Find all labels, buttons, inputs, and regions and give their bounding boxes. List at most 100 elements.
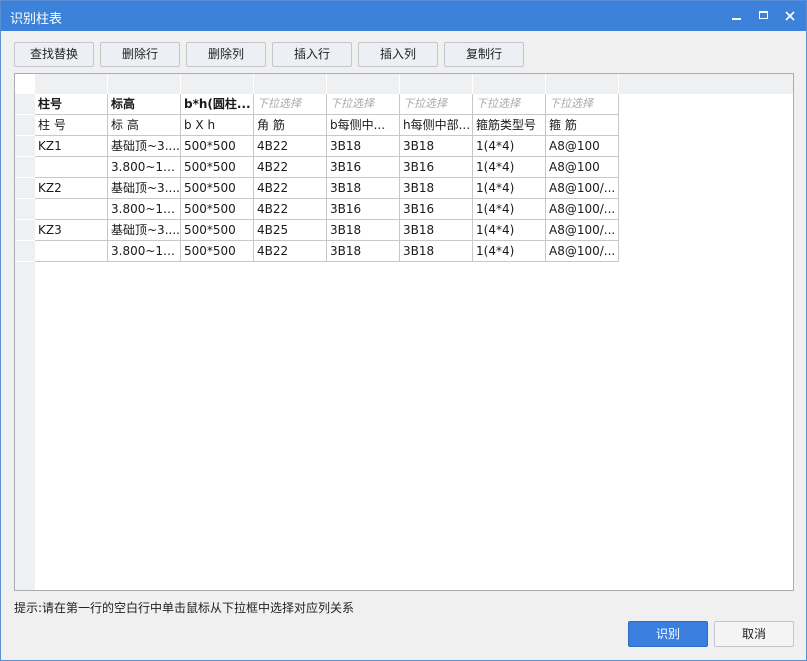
table-cell[interactable]: 4B22 (254, 157, 327, 178)
maximize-button[interactable] (755, 7, 773, 25)
table-cell[interactable]: 500*500 (181, 199, 254, 220)
table-cell[interactable]: 500*500 (181, 178, 254, 199)
table-cell[interactable]: A8@100/... (546, 220, 619, 241)
table-cell[interactable]: 500*500 (181, 157, 254, 178)
table-cell[interactable]: 3B18 (400, 241, 473, 262)
insert-column-button[interactable]: 插入列 (358, 42, 438, 67)
table-cell[interactable]: 3.800~14... (108, 241, 181, 262)
header-cell[interactable]: b每侧中... (327, 115, 400, 136)
column-header-8[interactable] (546, 74, 619, 94)
mapping-cell[interactable]: 柱号 (35, 94, 108, 115)
row-header-7[interactable] (15, 220, 35, 241)
column-header-6[interactable] (400, 74, 473, 94)
table-cell[interactable]: KZ1 (35, 136, 108, 157)
row-header-1[interactable] (15, 94, 35, 115)
table-cell[interactable]: 3B18 (327, 178, 400, 199)
table-cell[interactable]: 3B16 (400, 157, 473, 178)
table-cell[interactable]: 4B25 (254, 220, 327, 241)
table-cell[interactable]: A8@100 (546, 157, 619, 178)
table-cell[interactable]: 3B18 (327, 241, 400, 262)
table-cell[interactable]: KZ3 (35, 220, 108, 241)
column-header-7[interactable] (473, 74, 546, 94)
table-cell[interactable]: KZ2 (35, 178, 108, 199)
row-header-5[interactable] (15, 178, 35, 199)
table-cell[interactable] (35, 199, 108, 220)
column-header-4[interactable] (254, 74, 327, 94)
minimize-icon (732, 18, 741, 20)
table-cell[interactable]: 基础顶~3.... (108, 220, 181, 241)
delete-row-button[interactable]: 删除行 (100, 42, 180, 67)
find-replace-button[interactable]: 查找替换 (14, 42, 94, 67)
table-cell[interactable]: A8@100/... (546, 178, 619, 199)
header-cell[interactable]: 箍 筋 (546, 115, 619, 136)
table-cell[interactable]: 3B18 (327, 136, 400, 157)
row-header-strip (15, 94, 35, 590)
table-cell[interactable]: 1(4*4) (473, 178, 546, 199)
column-table-grid[interactable]: 柱号 标高 b*h(圆柱... 下拉选择 下拉选择 下拉选择 下拉选择 下拉选择柱 号标 高b… (14, 73, 794, 591)
column-header-2[interactable] (108, 74, 181, 94)
table-cell[interactable]: A8@100 (546, 136, 619, 157)
table-cell[interactable]: 4B22 (254, 199, 327, 220)
mapping-cell[interactable]: 标高 (108, 94, 181, 115)
table-cell[interactable]: 基础顶~3.... (108, 178, 181, 199)
header-cell[interactable]: 角 筋 (254, 115, 327, 136)
maximize-icon (759, 11, 768, 19)
mapping-cell[interactable]: 下拉选择 (473, 94, 546, 115)
row-header-4[interactable] (15, 157, 35, 178)
table-cell[interactable]: 3B18 (327, 220, 400, 241)
minimize-button[interactable] (728, 7, 746, 25)
table-cell[interactable] (35, 157, 108, 178)
column-header-3[interactable] (181, 74, 254, 94)
table-cell[interactable]: 500*500 (181, 136, 254, 157)
recognize-button[interactable]: 识别 (628, 621, 708, 647)
table-cell[interactable]: 4B22 (254, 178, 327, 199)
table-cell[interactable]: A8@100/... (546, 199, 619, 220)
table-cell[interactable]: 3B16 (327, 199, 400, 220)
table-cell[interactable]: 500*500 (181, 241, 254, 262)
insert-row-button[interactable]: 插入行 (272, 42, 352, 67)
table-cell[interactable]: 1(4*4) (473, 157, 546, 178)
header-cell[interactable]: b X h (181, 115, 254, 136)
table-cell[interactable]: 3.800~14... (108, 157, 181, 178)
table-cell[interactable]: 3.800~14... (108, 199, 181, 220)
table-cell[interactable]: 1(4*4) (473, 220, 546, 241)
mapping-cell[interactable]: b*h(圆柱... (181, 94, 254, 115)
table-cell[interactable]: 1(4*4) (473, 199, 546, 220)
table-cell[interactable]: 4B22 (254, 241, 327, 262)
copy-row-button[interactable]: 复制行 (444, 42, 524, 67)
table-cell[interactable]: 500*500 (181, 220, 254, 241)
row-header-2[interactable] (15, 115, 35, 136)
table-cell[interactable] (35, 241, 108, 262)
mapping-cell[interactable]: 下拉选择 (546, 94, 619, 115)
title-bar[interactable]: 识别柱表 (1, 1, 806, 31)
window-title: 识别柱表 (10, 12, 63, 27)
row-header-8[interactable] (15, 241, 35, 262)
header-cell[interactable]: 柱 号 (35, 115, 108, 136)
row-header-6[interactable] (15, 199, 35, 220)
table-cell[interactable]: 3B18 (400, 178, 473, 199)
table-cell[interactable]: 3B18 (400, 136, 473, 157)
table-cell[interactable]: 基础顶~3.... (108, 136, 181, 157)
table-cell[interactable]: 1(4*4) (473, 136, 546, 157)
cancel-button[interactable]: 取消 (714, 621, 794, 647)
mapping-cell[interactable]: 下拉选择 (254, 94, 327, 115)
mapping-cell[interactable]: 下拉选择 (400, 94, 473, 115)
table-cell[interactable]: 3B16 (327, 157, 400, 178)
row-header-3[interactable] (15, 136, 35, 157)
dialog-window: 识别柱表 查找替换 删除行 删除列 插入行 插入列 复制行 柱号 标高 b*h(圆柱… (0, 0, 807, 661)
header-cell[interactable]: 箍筋类型号 (473, 115, 546, 136)
header-cell[interactable]: 标 高 (108, 115, 181, 136)
delete-column-button[interactable]: 删除列 (186, 42, 266, 67)
column-header-5[interactable] (327, 74, 400, 94)
header-cell[interactable]: h每侧中部... (400, 115, 473, 136)
grid-corner[interactable] (15, 74, 35, 94)
table-cell[interactable]: 3B16 (400, 199, 473, 220)
table-cell[interactable]: A8@100/... (546, 241, 619, 262)
table-cell[interactable]: 1(4*4) (473, 241, 546, 262)
mapping-cell[interactable]: 下拉选择 (327, 94, 400, 115)
table-cell[interactable]: 3B18 (400, 220, 473, 241)
table-cell[interactable]: 4B22 (254, 136, 327, 157)
column-header-1[interactable] (35, 74, 108, 94)
column-header-strip (35, 74, 793, 94)
close-button[interactable] (781, 7, 799, 25)
